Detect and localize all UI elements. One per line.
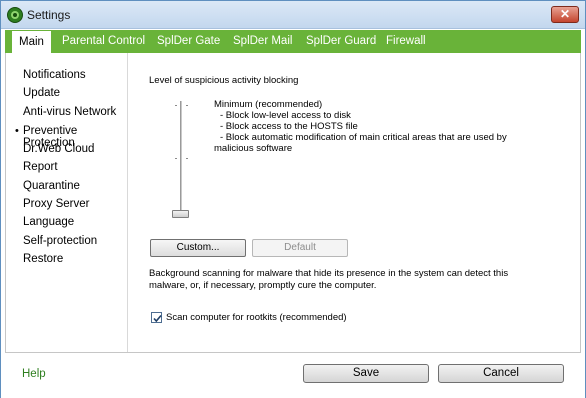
level-detail: - Block automatic modification of main c… bbox=[220, 132, 507, 143]
checkmark-icon bbox=[153, 314, 162, 323]
drweb-spider-icon bbox=[7, 7, 23, 23]
tab-bar: Main Parental Control SplDer Gate SplDer… bbox=[5, 30, 581, 53]
sidebar-item-anti-virus-network[interactable]: Anti-virus Network bbox=[23, 106, 116, 118]
tab-spider-gate[interactable]: SplDer Gate bbox=[150, 30, 227, 53]
window-title: Settings bbox=[27, 8, 71, 22]
slider-tick bbox=[175, 105, 177, 106]
default-button[interactable]: Default bbox=[252, 239, 348, 257]
tab-spider-mail[interactable]: SplDer Mail bbox=[226, 30, 299, 53]
blocking-level-slider-thumb[interactable] bbox=[172, 210, 189, 218]
sidebar-item-language[interactable]: Language bbox=[23, 216, 74, 228]
footer-bar: Help Save Cancel bbox=[1, 354, 585, 398]
preventive-protection-panel: Level of suspicious activity blocking Mi… bbox=[128, 53, 580, 352]
cancel-button[interactable]: Cancel bbox=[438, 364, 564, 383]
content-panel: Notifications Update Anti-virus Network … bbox=[5, 53, 581, 353]
close-button[interactable]: ✕ bbox=[551, 6, 579, 23]
blocking-level-slider-track[interactable] bbox=[180, 101, 182, 217]
level-detail-continued: malicious software bbox=[214, 143, 293, 154]
sidebar-item-report[interactable]: Report bbox=[23, 161, 58, 173]
custom-button[interactable]: Custom... bbox=[150, 239, 246, 257]
sidebar-item-notifications[interactable]: Notifications bbox=[23, 69, 86, 81]
settings-window: Settings ✕ Main Parental Control SplDer … bbox=[0, 0, 586, 398]
sidebar-item-drweb-cloud[interactable]: Dr.Web Cloud bbox=[23, 143, 94, 155]
slider-tick bbox=[186, 105, 188, 106]
level-detail: - Block low-level access to disk bbox=[220, 110, 351, 121]
help-link[interactable]: Help bbox=[22, 368, 46, 380]
save-button[interactable]: Save bbox=[303, 364, 429, 383]
slider-tick bbox=[186, 158, 188, 159]
level-name: Minimum (recommended) bbox=[214, 99, 323, 110]
active-item-bullet: • bbox=[15, 125, 19, 137]
section-title: Level of suspicious activity blocking bbox=[149, 75, 299, 86]
scan-description: Background scanning for malware that hid… bbox=[149, 268, 509, 279]
slider-tick bbox=[175, 158, 177, 159]
sidebar-item-quarantine[interactable]: Quarantine bbox=[23, 180, 80, 192]
scan-description-continued: malware, or, if necessary, promptly cure… bbox=[149, 280, 377, 291]
sidebar-item-self-protection[interactable]: Self-protection bbox=[23, 235, 97, 247]
tab-main[interactable]: Main bbox=[11, 30, 52, 53]
tab-spider-guard[interactable]: SplDer Guard bbox=[299, 30, 383, 53]
sidebar-item-proxy-server[interactable]: Proxy Server bbox=[23, 198, 89, 210]
sidebar-item-update[interactable]: Update bbox=[23, 87, 60, 99]
tab-parental-control[interactable]: Parental Control bbox=[55, 30, 152, 53]
level-detail: - Block access to the HOSTS file bbox=[220, 121, 358, 132]
rootkit-scan-checkbox[interactable] bbox=[151, 312, 162, 323]
rootkit-scan-label[interactable]: Scan computer for rootkits (recommended) bbox=[166, 312, 347, 323]
tab-firewall[interactable]: Firewall bbox=[379, 30, 433, 53]
sidebar: Notifications Update Anti-virus Network … bbox=[6, 53, 128, 352]
title-bar: Settings ✕ bbox=[1, 1, 585, 29]
sidebar-item-restore[interactable]: Restore bbox=[23, 253, 63, 265]
